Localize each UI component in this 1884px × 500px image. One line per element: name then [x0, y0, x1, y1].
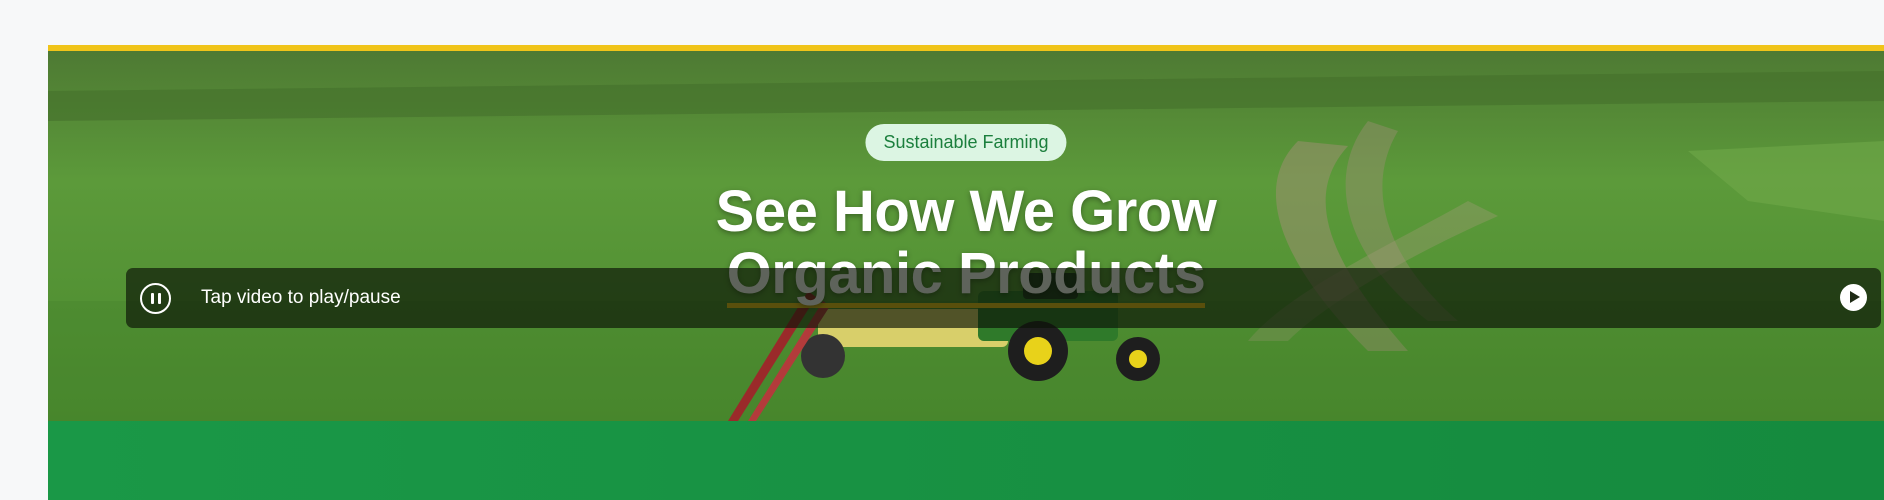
pause-icon[interactable]: [140, 282, 171, 314]
video-hint-label: Tap video to play/pause: [201, 287, 401, 308]
hero-video[interactable]: Sustainable Farming See How We Grow Orga…: [48, 45, 1884, 421]
green-section-band: [48, 421, 1884, 500]
video-control-bar[interactable]: Tap video to play/pause: [126, 268, 1881, 328]
hero-title-line1: See How We Grow: [715, 179, 1217, 244]
category-badge: Sustainable Farming: [865, 124, 1067, 161]
page: Sustainable Farming See How We Grow Orga…: [0, 0, 1884, 500]
play-icon[interactable]: [1840, 284, 1867, 311]
